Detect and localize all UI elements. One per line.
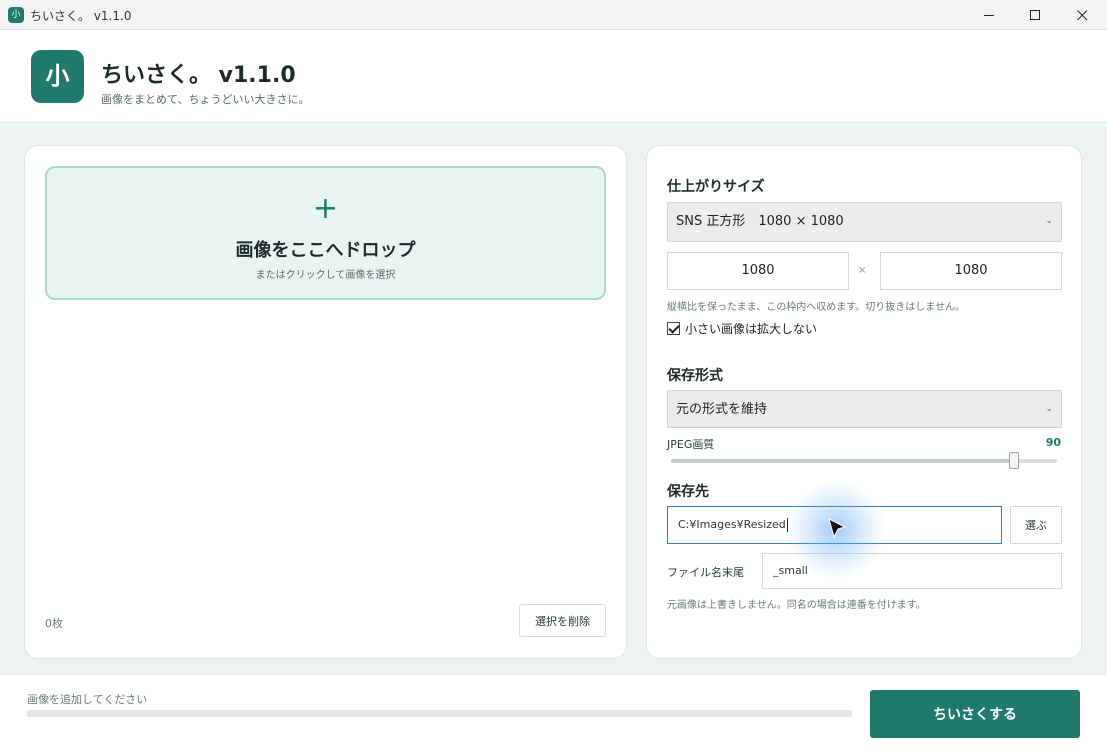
minimize-button[interactable] <box>966 0 1012 30</box>
status-text: 画像を追加してください <box>27 693 148 706</box>
minimize-icon <box>983 14 994 16</box>
format-section-label: 保存形式 <box>667 368 723 384</box>
quality-slider[interactable] <box>671 452 1057 469</box>
no-enlarge-label: 小さい画像は拡大しない <box>685 322 818 336</box>
no-enlarge-option[interactable]: 小さい画像は拡大しない <box>667 320 817 337</box>
image-list-panel: + 画像をここへドロップ またはクリックして画像を選択 0枚 選択を削除 <box>24 145 627 659</box>
quality-value: 90 <box>1045 436 1061 449</box>
format-select[interactable]: 元の形式を維持 ⌄ <box>667 390 1062 428</box>
text-caret <box>786 518 788 532</box>
quality-slider-fill <box>671 459 1015 463</box>
choose-folder-button[interactable]: 選ぶ <box>1010 506 1062 544</box>
size-hint: 縦横比を保ったまま、この枠内へ収めます。切り抜きはしません。 <box>667 302 965 313</box>
height-input[interactable]: 1080 <box>880 252 1062 290</box>
progress-bar <box>27 710 852 717</box>
close-button[interactable] <box>1059 0 1105 30</box>
app-header: 小 ちいさく。 v1.1.0 画像をまとめて、ちょうどいい大きさに。 <box>0 30 1107 123</box>
chevron-down-icon: ⌄ <box>1045 404 1053 414</box>
dropzone-subtitle: またはクリックして画像を選択 <box>255 270 396 281</box>
size-preset-value: SNS 正方形 1080 × 1080 <box>676 214 844 229</box>
destination-path-value: C:¥Images¥Resized <box>678 518 786 531</box>
app-logo: 小 <box>31 50 84 103</box>
chevron-down-icon: ⌄ <box>1045 216 1053 226</box>
maximize-button[interactable] <box>1012 0 1058 30</box>
destination-section-label: 保存先 <box>667 484 709 500</box>
no-enlarge-checkbox[interactable] <box>667 322 680 335</box>
plus-icon: + <box>312 191 339 226</box>
app-title: ちいさく。 v1.1.0 <box>101 63 296 88</box>
title-bar: 小 ちいさく。 v1.1.0 <box>0 0 1107 30</box>
size-section-label: 仕上がりサイズ <box>667 179 765 195</box>
quality-label: JPEG画質 <box>667 438 715 451</box>
format-value: 元の形式を維持 <box>676 402 768 417</box>
app-subtitle: 画像をまとめて、ちょうどいい大きさに。 <box>101 93 310 106</box>
destination-hint: 元画像は上書きしません。同名の場合は連番を付けます。 <box>667 600 926 611</box>
size-preset-select[interactable]: SNS 正方形 1080 × 1080 ⌄ <box>667 202 1062 242</box>
close-icon <box>1076 9 1087 20</box>
image-count: 0枚 <box>45 617 63 630</box>
window-title: ちいさく。 v1.1.0 <box>30 9 132 23</box>
times-symbol: × <box>858 265 867 276</box>
settings-panel: 仕上がりサイズ SNS 正方形 1080 × 1080 ⌄ 1080 × 108… <box>646 145 1082 659</box>
filename-suffix-input[interactable]: _small <box>762 553 1062 589</box>
app-icon: 小 <box>8 7 24 23</box>
resize-run-button[interactable]: ちいさくする <box>870 690 1080 738</box>
filename-suffix-label: ファイル名末尾 <box>667 566 744 579</box>
dropzone-title: 画像をここへドロップ <box>235 240 416 261</box>
quality-slider-thumb[interactable] <box>1009 452 1020 469</box>
footer-bar: 画像を追加してください ちいさくする <box>0 674 1107 754</box>
delete-selected-button[interactable]: 選択を削除 <box>519 604 606 637</box>
width-input[interactable]: 1080 <box>667 252 849 290</box>
image-dropzone[interactable]: + 画像をここへドロップ またはクリックして画像を選択 <box>45 166 606 300</box>
mouse-pointer-icon <box>828 518 847 539</box>
maximize-icon <box>1029 9 1040 20</box>
